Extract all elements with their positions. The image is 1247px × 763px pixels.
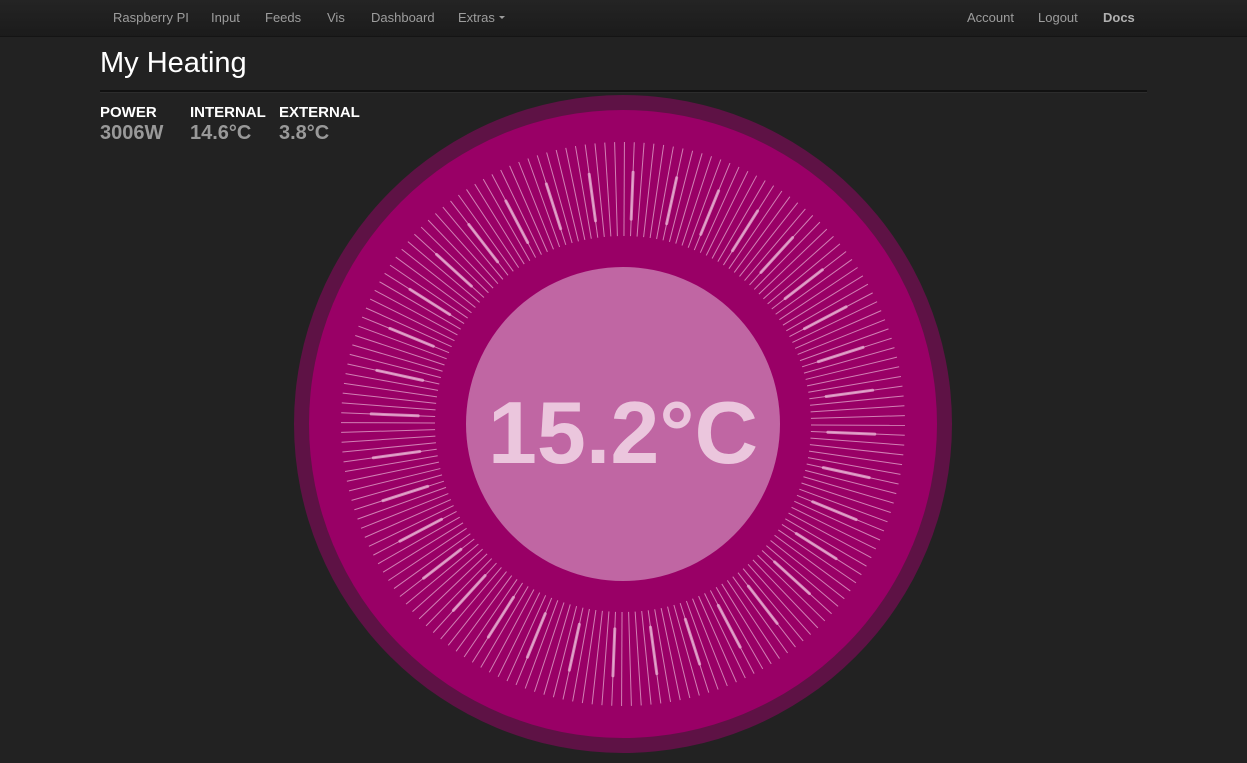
dial-major-tick — [369, 412, 420, 418]
title-divider — [100, 90, 1147, 93]
thermostat-dial[interactable]: 15.2°C — [294, 95, 952, 753]
nav-dashboard[interactable]: Dashboard — [371, 0, 435, 36]
stat-internal-label: INTERNAL — [190, 104, 266, 121]
dial-major-tick — [611, 627, 617, 678]
nav-logout[interactable]: Logout — [1038, 0, 1078, 36]
dial-major-tick — [629, 170, 635, 221]
nav-account[interactable]: Account — [967, 0, 1014, 36]
nav-extras-label: Extras — [458, 10, 495, 25]
nav-raspberry-pi[interactable]: Raspberry PI — [113, 0, 189, 36]
nav-vis[interactable]: Vis — [327, 0, 345, 36]
dial-major-tick — [826, 430, 877, 436]
stat-power: POWER 3006W — [100, 104, 163, 144]
set-temperature: 15.2°C — [488, 383, 758, 482]
stat-power-label: POWER — [100, 104, 157, 121]
stat-internal: INTERNAL 14.6°C — [190, 104, 266, 144]
stat-power-value: 3006W — [100, 122, 164, 144]
stat-internal-value: 14.6°C — [190, 122, 252, 144]
nav-docs[interactable]: Docs — [1103, 0, 1135, 36]
nav-feeds[interactable]: Feeds — [265, 0, 301, 36]
caret-down-icon — [498, 16, 505, 20]
nav-input[interactable]: Input — [211, 0, 240, 36]
navbar: Raspberry PI Input Feeds Vis Dashboard E… — [0, 0, 1247, 37]
page-title: My Heating — [100, 47, 247, 79]
nav-extras-dropdown[interactable]: Extras — [458, 0, 505, 36]
